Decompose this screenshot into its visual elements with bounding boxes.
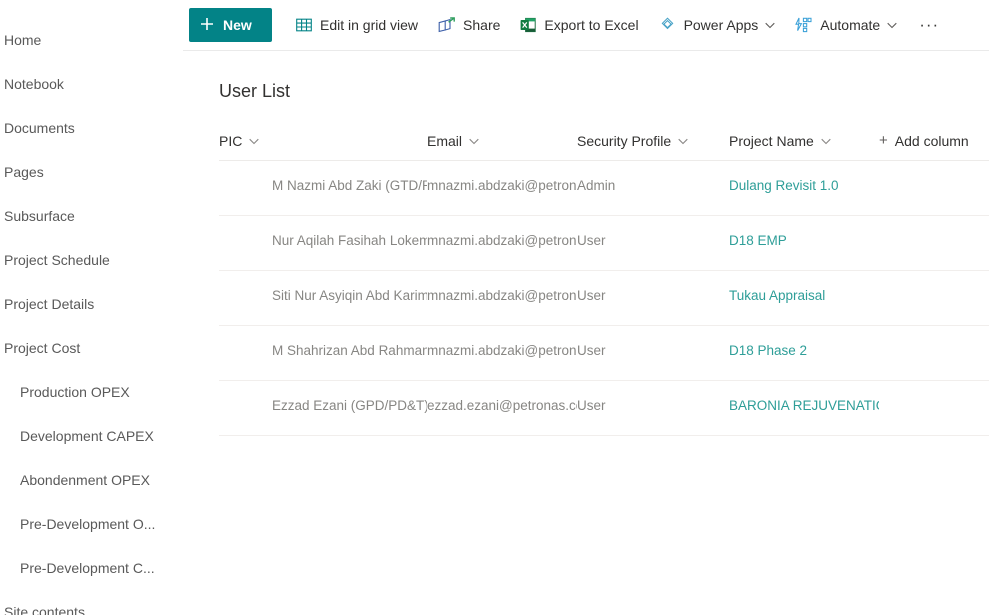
sidebar-nav-list: Home Notebook Documents Pages Subsurface Proj… (0, 0, 183, 615)
cell-email: ezzad.ezani@petronas.com.my (427, 398, 577, 413)
plus-icon (200, 17, 214, 34)
table-row[interactable]: M Shahrizan Abd Rahman mnazmi.abdzaki@pet… (219, 326, 989, 381)
automate-button[interactable]: Automate (787, 7, 905, 43)
cell-security-profile: User (577, 343, 606, 358)
column-header-email[interactable]: Email (427, 132, 577, 161)
project-name-link[interactable]: BARONIA REJUVENATION (729, 398, 879, 413)
cell-pic: Nur Aqilah Fasihah Lokeman (272, 233, 427, 248)
project-name-link[interactable]: Tukau Appraisal (729, 288, 825, 303)
cell-email: mnazmi.abdzaki@petronas.com (427, 343, 577, 358)
cell-security-profile: User (577, 398, 606, 413)
cell-project-name: D18 Phase 2 (729, 326, 879, 381)
edit-in-grid-view-label: Edit in grid view (320, 17, 419, 33)
add-column-button[interactable]: + Add column (879, 132, 989, 161)
chevron-down-icon (469, 138, 479, 145)
power-apps-icon (659, 16, 676, 34)
power-apps-label: Power Apps (683, 17, 759, 33)
sidebar-item-home[interactable]: Home (0, 18, 183, 62)
automate-label: Automate (820, 17, 881, 33)
share-label: Share (463, 17, 501, 33)
new-button-label: New (223, 17, 252, 33)
column-header-pic-label: PIC (219, 133, 243, 149)
table-row[interactable]: Ezzad Ezani (GPD/PD&T) ezzad.ezani@petron… (219, 381, 989, 436)
cell-pic: M Nazmi Abd Zaki (GTD/PD&T) (272, 178, 427, 193)
export-to-excel-button[interactable]: Export to Excel (512, 7, 646, 43)
table-body: M Nazmi Abd Zaki (GTD/PD&T)mnazmi.abdzak… (219, 161, 989, 436)
cell-security-profile: User (577, 233, 606, 248)
column-header-pic[interactable]: PIC (219, 132, 427, 161)
cell-pic: Ezzad Ezani (GPD/PD&T) (272, 398, 427, 413)
column-header-email-label: Email (427, 133, 463, 149)
export-to-excel-label: Export to Excel (544, 17, 639, 33)
table-row[interactable]: M Nazmi Abd Zaki (GTD/PD&T)mnazmi.abdzak… (219, 161, 989, 216)
chevron-down-icon (887, 22, 897, 29)
plus-icon: + (879, 132, 888, 149)
cell-empty (879, 271, 989, 326)
table-header-row: PIC Email Security Profile Project Name … (219, 132, 989, 161)
column-header-project-name-label: Project Name (729, 133, 814, 149)
cell-empty (879, 381, 989, 436)
cell-security-profile: Admin (577, 178, 616, 193)
automate-icon (795, 17, 812, 33)
cell-empty (879, 216, 989, 271)
project-name-link[interactable]: D18 Phase 2 (729, 343, 807, 358)
sidebar-item-production-opex[interactable]: Production OPEX (0, 370, 183, 414)
cell-email: mnazmi.abdzaki@petronas.com (427, 288, 577, 303)
sidebar-item-pages[interactable]: Pages (0, 150, 183, 194)
chevron-down-icon (765, 22, 775, 29)
power-apps-button[interactable]: Power Apps (651, 7, 784, 43)
table-row[interactable]: Nur Aqilah Fasihah Lokemanmnazmi.abdzaki… (219, 216, 989, 271)
cell-project-name: Tukau Appraisal (729, 271, 879, 326)
cell-project-name: BARONIA REJUVENATION (729, 381, 879, 436)
main-content: New Edit in grid view Share Export to Ex… (183, 0, 989, 615)
user-list-table: PIC Email Security Profile Project Name … (219, 132, 989, 436)
add-column-label: Add column (894, 132, 969, 149)
cell-security-profile: User (577, 288, 606, 303)
sidebar-item-pre-development-o[interactable]: Pre-Development O... (0, 502, 183, 546)
grid-view-icon (296, 17, 312, 33)
sidebar-item-site-contents[interactable]: Site contents (0, 590, 183, 615)
sidebar-item-abondenment-opex[interactable]: Abondenment OPEX (0, 458, 183, 502)
more-commands-button[interactable]: ··· (909, 8, 949, 42)
site-navigation-sidebar: Home Notebook Documents Pages Subsurface Proj… (0, 0, 183, 615)
project-name-link[interactable]: D18 EMP (729, 233, 787, 248)
cell-empty (879, 326, 989, 381)
table-row[interactable]: Siti Nur Asyiqin Abd Karim mnazmi.abdzaki… (219, 271, 989, 326)
column-header-project-name[interactable]: Project Name (729, 132, 879, 161)
cell-pic: Siti Nur Asyiqin Abd Karim (272, 288, 427, 303)
cell-empty (879, 161, 989, 216)
sidebar-item-pre-development-c[interactable]: Pre-Development C... (0, 546, 183, 590)
new-button[interactable]: New (189, 8, 272, 42)
chevron-down-icon (249, 138, 260, 145)
share-button[interactable]: Share (430, 7, 508, 43)
chevron-down-icon (821, 138, 831, 145)
sidebar-item-development-capex[interactable]: Development CAPEX (0, 414, 183, 458)
column-header-security-profile[interactable]: Security Profile (577, 132, 729, 161)
edit-in-grid-view-button[interactable]: Edit in grid view (288, 7, 426, 43)
excel-icon (520, 17, 537, 33)
sidebar-item-project-details[interactable]: Project Details (0, 282, 183, 326)
column-header-security-profile-label: Security Profile (577, 133, 672, 149)
command-bar: New Edit in grid view Share Export to Ex… (183, 0, 989, 51)
cell-project-name: D18 EMP (729, 216, 879, 271)
app-root: Home Notebook Documents Pages Subsurface Proj… (0, 0, 989, 615)
sidebar-item-documents[interactable]: Documents (0, 106, 183, 150)
page-title: User List (219, 81, 291, 101)
project-name-link[interactable]: Dulang Revisit 1.0 (729, 178, 839, 193)
cell-project-name: Dulang Revisit 1.0 (729, 161, 879, 216)
cell-pic: M Shahrizan Abd Rahman (272, 343, 427, 358)
sidebar-item-notebook[interactable]: Notebook (0, 62, 183, 106)
sidebar-item-project-schedule[interactable]: Project Schedule (0, 238, 183, 282)
list-region: User List PIC Email Security Profile Pro… (183, 51, 989, 436)
sidebar-item-subsurface[interactable]: Subsurface (0, 194, 183, 238)
chevron-down-icon (678, 138, 688, 145)
cell-email: mnazmi.abdzaki@petronas.com (427, 178, 577, 193)
table-header: PIC Email Security Profile Project Name … (219, 132, 989, 161)
cell-email: mnazmi.abdzaki@petronas.com (427, 233, 577, 248)
sidebar-item-project-cost[interactable]: Project Cost (0, 326, 183, 370)
share-icon (438, 17, 455, 33)
